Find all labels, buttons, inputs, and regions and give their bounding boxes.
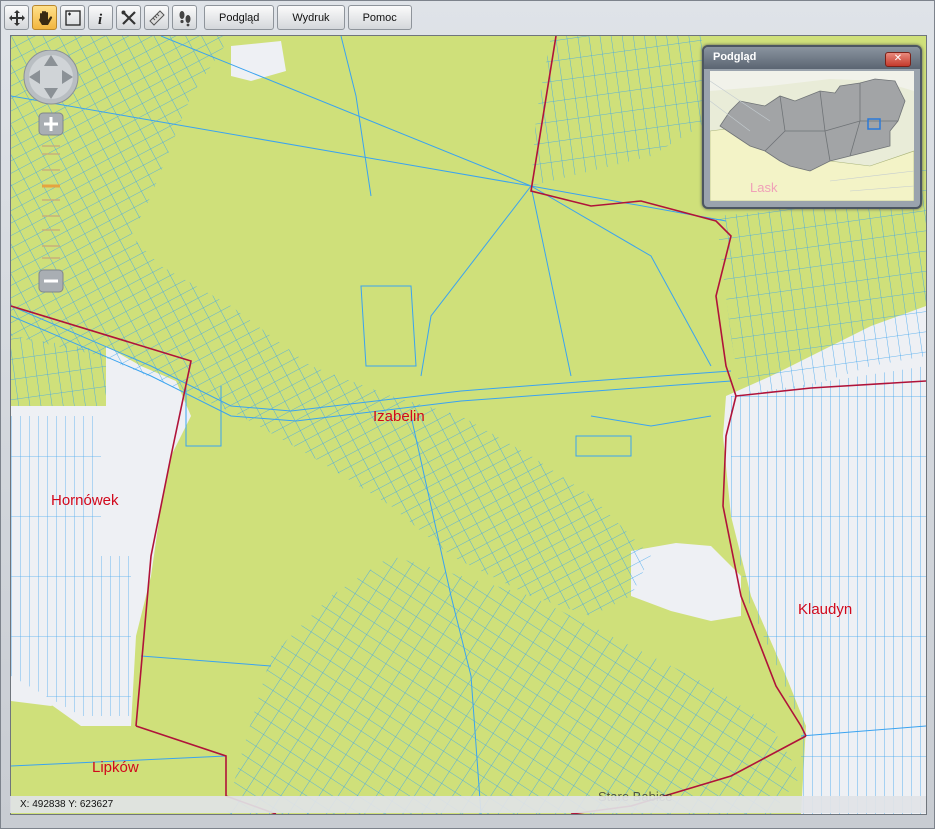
map-navigation (22, 49, 80, 305)
tools-icon[interactable] (116, 5, 141, 30)
close-icon[interactable]: ✕ (885, 52, 911, 67)
hand-icon[interactable] (32, 5, 57, 30)
overview-map[interactable]: Lask (710, 71, 914, 201)
overview-titlebar[interactable]: Podgląd ✕ (704, 47, 920, 69)
toolbar: i Podgląd Wydruk Pomoc (4, 4, 412, 31)
footprints-icon[interactable] (172, 5, 197, 30)
overview-title: Podgląd (713, 51, 757, 63)
svg-text:i: i (98, 12, 103, 27)
coordinate-readout: X: 492838 Y: 623627 (10, 796, 926, 813)
zoom-box-icon[interactable] (60, 5, 85, 30)
ruler-icon[interactable] (144, 5, 169, 30)
overview-label: Lask (750, 180, 778, 195)
help-button[interactable]: Pomoc (347, 5, 412, 30)
zoom-in-button[interactable] (38, 112, 64, 136)
print-button[interactable]: Wydruk (277, 5, 345, 30)
info-icon[interactable]: i (88, 5, 113, 30)
overview-panel[interactable]: Podgląd ✕ Lask (702, 45, 922, 209)
place-label-lipkow: Lipków (92, 759, 139, 776)
pan-move-icon[interactable] (4, 5, 29, 30)
pan-control[interactable] (23, 49, 79, 105)
place-label-hornowek: Hornówek (51, 492, 119, 509)
zoom-out-button[interactable] (38, 269, 64, 293)
place-label-izabelin: Izabelin (373, 408, 425, 425)
place-label-klaudyn: Klaudyn (798, 601, 853, 618)
zoom-slider[interactable] (42, 145, 60, 259)
preview-button[interactable]: Podgląd (204, 5, 275, 30)
